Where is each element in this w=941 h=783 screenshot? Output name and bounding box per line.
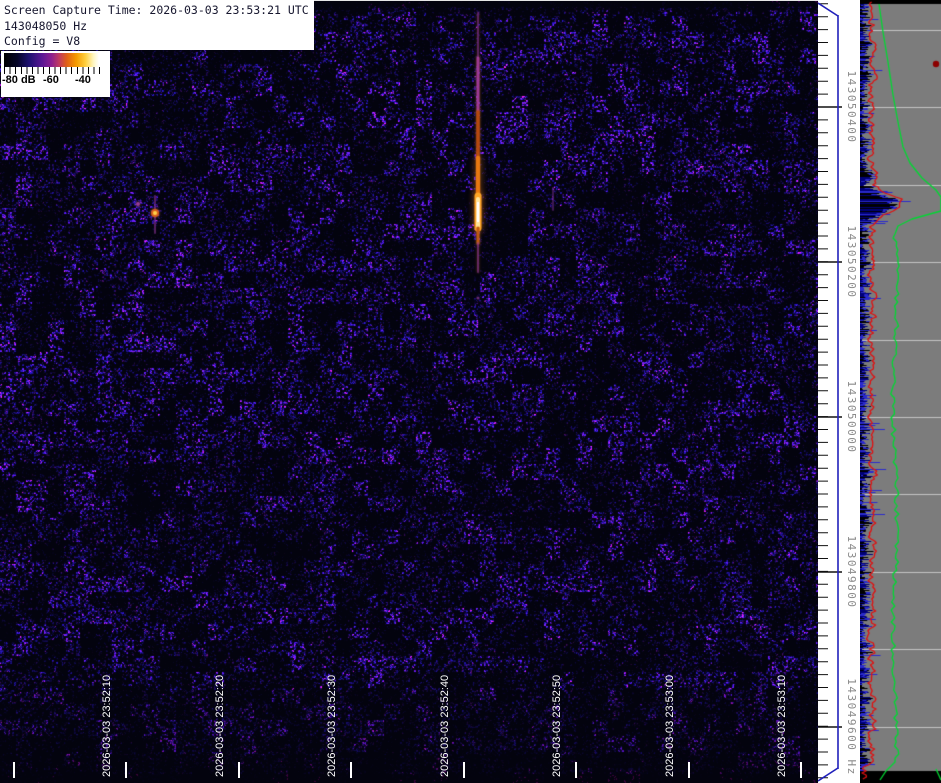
time-label-1: 2026-03-03 23:52:00: [0, 675, 2, 777]
time-label-4: 2026-03-03 23:52:30: [326, 674, 338, 777]
time-tick: [238, 762, 240, 778]
freq-label-4: 143049800: [845, 535, 858, 609]
colorbar-label-40db: -40: [75, 74, 91, 86]
time-tick: [125, 762, 127, 778]
time-label-6: 2026-03-03 23:52:50: [551, 674, 563, 777]
time-label-2: 2026-03-03 23:52:10: [101, 674, 113, 777]
time-tick: [463, 762, 465, 778]
colorbar-label-80db: -80 dB: [2, 74, 36, 86]
top-edge-line: [313, 0, 860, 1]
spectrogram-canvas: [0, 0, 818, 783]
freq-label-5: 143049600 Hz: [845, 678, 858, 776]
time-label-5: 2026-03-03 23:52:40: [439, 674, 451, 777]
time-tick: [800, 762, 802, 778]
spectrum-panel-canvas: [860, 0, 941, 783]
db-colorbar: -80 dB -60 -40: [1, 51, 110, 97]
time-label-8: 2026-03-03 23:53:10: [776, 674, 788, 777]
colorbar-label-60db: -60: [43, 74, 59, 86]
time-tick: [575, 762, 577, 778]
config-text: Config = V8: [4, 34, 81, 48]
colorbar-gradient: [4, 53, 99, 67]
frequency-text: 143048050 Hz: [4, 18, 88, 33]
capture-time-text: Screen Capture Time: 2026-03-03 23:53:21…: [4, 3, 309, 17]
time-tick: [350, 762, 352, 778]
capture-info-box: Screen Capture Time: 2026-03-03 23:53:21…: [0, 0, 314, 50]
freq-label-3: 143050000: [845, 380, 858, 454]
time-tick: [688, 762, 690, 778]
time-label-7: 2026-03-03 23:53:00: [664, 674, 676, 777]
freq-label-1: 143050400: [845, 70, 858, 144]
time-label-3: 2026-03-03 23:52:20: [214, 674, 226, 777]
time-tick: [13, 762, 15, 778]
app-window: Screen Capture Time: 2026-03-03 23:53:21…: [0, 0, 941, 783]
freq-label-2: 143050200: [845, 225, 858, 299]
colorbar-ticks: [4, 67, 100, 74]
